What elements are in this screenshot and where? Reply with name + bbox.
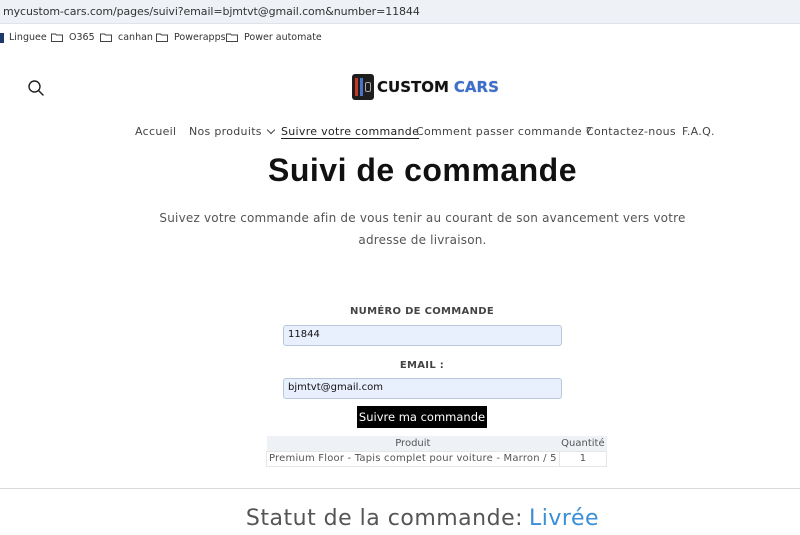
order-items-table: Produit Quantité Premium Floor - Tapis c… [266, 436, 608, 467]
table-row: Premium Floor - Tapis complet pour voitu… [266, 450, 608, 467]
page-description: Suivez votre commande afin de vous tenir… [159, 211, 686, 247]
order-status-label: Statut de la commande: [245, 506, 524, 531]
bookmark-label: O365 [69, 32, 95, 43]
page-title: Suivi de commande [267, 152, 578, 188]
bookmark-label: Powerapps [174, 32, 226, 43]
bookmark-label: canhan [118, 32, 153, 43]
folder-icon [100, 33, 112, 42]
nav-label: Nos produits [189, 125, 262, 138]
site-logo[interactable]: CUSTOM CARS [352, 74, 499, 100]
logo-text-cars: CARS [453, 78, 499, 96]
nav-contactez-nous[interactable]: Contactez-nous [586, 125, 676, 138]
bookmarks-bar: Linguee O365 canhan Powerapps Power auto… [0, 28, 800, 50]
section-divider [0, 488, 800, 489]
bookmark-powerapps[interactable]: Powerapps [156, 32, 226, 43]
folder-icon [156, 33, 168, 42]
bookmark-label: Power automate [244, 32, 322, 43]
bookmark-power-automate[interactable]: Power automate [226, 32, 322, 43]
bookmark-o365[interactable]: O365 [51, 32, 95, 43]
address-bar[interactable]: mycustom-cars.com/pages/suivi?email=bjmt… [0, 0, 800, 24]
order-number-field[interactable]: 11844 [283, 325, 562, 346]
column-header-product: Produit [266, 436, 560, 451]
search-icon[interactable] [27, 79, 45, 97]
logo-badge-icon [352, 74, 374, 100]
folder-icon [51, 33, 63, 42]
column-header-quantity: Quantité [559, 436, 607, 451]
nav-comment-passer-commande[interactable]: Comment passer commande ? [416, 125, 592, 138]
nav-suivre-commande[interactable]: Suivre votre commande [281, 125, 419, 138]
product-cell: Premium Floor - Tapis complet pour voitu… [266, 450, 560, 467]
chevron-down-icon [266, 125, 276, 135]
bookmark-linguee[interactable]: Linguee [0, 32, 47, 43]
url-text[interactable]: mycustom-cars.com/pages/suivi?email=bjmt… [3, 5, 420, 18]
bookmark-canhan[interactable]: canhan [100, 32, 153, 43]
track-order-button[interactable]: Suivre ma commande [357, 406, 487, 428]
order-number-label: NUMÉRO DE COMMANDE [350, 306, 494, 317]
bookmark-label: Linguee [9, 32, 47, 43]
folder-icon [226, 33, 238, 42]
email-label: EMAIL : [399, 360, 445, 371]
nav-accueil[interactable]: Accueil [135, 125, 176, 138]
linguee-icon [0, 32, 4, 43]
order-status: Statut de la commande: Livrée [0, 506, 800, 531]
order-status-value: Livrée [529, 506, 600, 531]
nav-nos-produits[interactable]: Nos produits [189, 125, 276, 138]
main-nav: Accueil Nos produits Suivre votre comman… [0, 125, 800, 141]
email-field[interactable]: bjmtvt@gmail.com [283, 378, 562, 399]
nav-faq[interactable]: F.A.Q. [682, 125, 715, 138]
logo-text-custom: CUSTOM [377, 78, 449, 96]
quantity-cell: 1 [558, 450, 608, 467]
